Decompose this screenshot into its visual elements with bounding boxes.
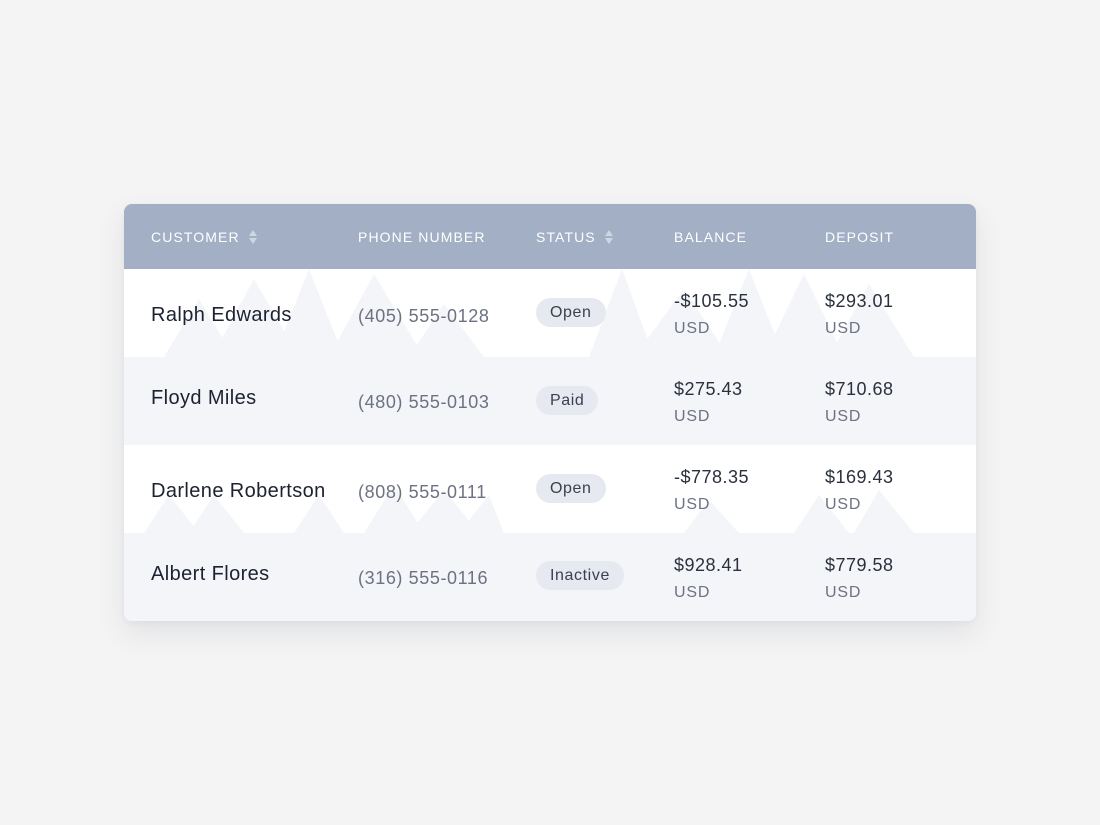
customer-name: Floyd Miles bbox=[151, 387, 257, 409]
column-header-status[interactable]: STATUS bbox=[536, 204, 613, 269]
column-header-label: DEPOSIT bbox=[825, 228, 895, 245]
column-header-label: BALANCE bbox=[674, 228, 748, 245]
customer-name: Albert Flores bbox=[151, 563, 270, 585]
balance-currency: USD bbox=[674, 408, 711, 425]
deposit-amount: $779.58 bbox=[825, 555, 894, 575]
deposit-amount: $710.68 bbox=[825, 379, 894, 399]
balance-amount: $275.43 bbox=[674, 379, 743, 399]
deposit-currency: USD bbox=[825, 320, 862, 337]
status-badge: Inactive bbox=[536, 561, 624, 590]
column-header-label: STATUS bbox=[536, 228, 596, 245]
phone-number: (808) 555-0111 bbox=[358, 482, 487, 502]
customers-table: CUSTOMER PHONE NUMBER STATUS BALANCE DEP… bbox=[124, 204, 976, 621]
table-row[interactable]: Albert Flores (316) 555-0116 Inactive $9… bbox=[124, 533, 976, 621]
sort-icon[interactable] bbox=[604, 229, 613, 244]
deposit-currency: USD bbox=[825, 408, 862, 425]
customer-name: Ralph Edwards bbox=[151, 304, 292, 326]
balance-currency: USD bbox=[674, 584, 711, 601]
column-header-balance: BALANCE bbox=[674, 204, 747, 269]
balance-amount: $928.41 bbox=[674, 555, 743, 575]
customer-name: Darlene Robertson bbox=[151, 480, 326, 502]
table-row[interactable]: Ralph Edwards (405) 555-0128 Open -$105.… bbox=[124, 269, 976, 357]
deposit-currency: USD bbox=[825, 584, 862, 601]
column-header-deposit: DEPOSIT bbox=[825, 204, 894, 269]
phone-number: (480) 555-0103 bbox=[358, 392, 490, 412]
column-header-phone-number: PHONE NUMBER bbox=[358, 204, 486, 269]
deposit-currency: USD bbox=[825, 496, 862, 513]
column-header-label: PHONE NUMBER bbox=[358, 228, 486, 245]
balance-amount: -$105.55 bbox=[674, 291, 750, 311]
sort-icon[interactable] bbox=[248, 229, 257, 244]
deposit-amount: $293.01 bbox=[825, 291, 894, 311]
column-header-customer[interactable]: CUSTOMER bbox=[151, 204, 257, 269]
table-row[interactable]: Darlene Robertson (808) 555-0111 Open -$… bbox=[124, 445, 976, 533]
phone-number: (405) 555-0128 bbox=[358, 306, 490, 326]
status-badge: Open bbox=[536, 298, 606, 327]
balance-currency: USD bbox=[674, 320, 711, 337]
table-header: CUSTOMER PHONE NUMBER STATUS BALANCE DEP… bbox=[124, 204, 976, 269]
table-row[interactable]: Floyd Miles (480) 555-0103 Paid $275.43 … bbox=[124, 357, 976, 445]
balance-currency: USD bbox=[674, 496, 711, 513]
column-header-label: CUSTOMER bbox=[151, 228, 240, 245]
phone-number: (316) 555-0116 bbox=[358, 568, 489, 588]
status-badge: Paid bbox=[536, 386, 599, 415]
status-badge: Open bbox=[536, 474, 606, 503]
balance-amount: -$778.35 bbox=[674, 467, 750, 487]
deposit-amount: $169.43 bbox=[825, 467, 894, 487]
